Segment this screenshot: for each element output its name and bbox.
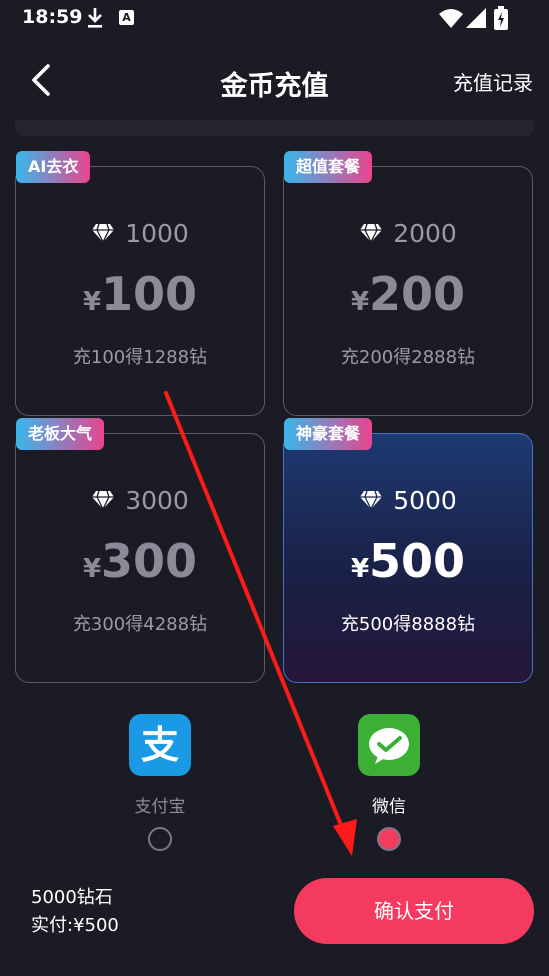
wechat-label: 微信 xyxy=(372,797,406,817)
package-diamond-count: 1000 xyxy=(125,219,189,248)
package-badge: 超值套餐 xyxy=(284,151,373,183)
currency-symbol: ¥ xyxy=(82,287,102,317)
package-diamond-count: 5000 xyxy=(393,486,457,515)
package-badge: 神豪套餐 xyxy=(284,418,373,450)
price-amount: 500 xyxy=(369,534,466,588)
alipay-icon: 支 xyxy=(129,714,191,776)
package-subtitle: 充200得2888钻 xyxy=(340,347,476,368)
price-amount: 100 xyxy=(101,267,198,321)
package-card-1000[interactable]: AI去衣 1000 ¥100 充100得1288钻 xyxy=(15,151,265,416)
currency-symbol: ¥ xyxy=(350,554,370,584)
summary-paid: 实付:¥500 xyxy=(31,915,119,936)
package-price: ¥300 xyxy=(16,534,264,588)
payment-summary: 5000钻石 实付:¥500 xyxy=(31,884,119,940)
top-panel-edge xyxy=(15,120,534,136)
diamond-icon xyxy=(92,223,115,244)
signal-icon xyxy=(466,8,486,28)
wechat-icon xyxy=(358,714,420,776)
package-price: ¥100 xyxy=(16,267,264,321)
package-badge: AI去衣 xyxy=(16,151,91,183)
package-price: ¥500 xyxy=(284,534,532,588)
package-price: ¥200 xyxy=(284,267,532,321)
wifi-icon xyxy=(439,9,463,28)
package-card-2000[interactable]: 超值套餐 2000 ¥200 充200得2888钻 xyxy=(283,151,533,416)
download-icon xyxy=(88,8,102,28)
currency-symbol: ¥ xyxy=(350,287,370,317)
status-bar: 18:59 A xyxy=(0,0,549,40)
package-diamond-count: 3000 xyxy=(125,486,189,515)
diamond-icon xyxy=(92,490,115,511)
currency-symbol: ¥ xyxy=(82,554,102,584)
package-subtitle: 充100得1288钻 xyxy=(72,347,208,368)
diamond-icon xyxy=(360,490,383,511)
alipay-radio[interactable] xyxy=(148,827,172,851)
package-diamonds: 1000 xyxy=(16,219,264,248)
payment-option-wechat[interactable]: 微信 xyxy=(354,714,424,817)
price-amount: 300 xyxy=(101,534,198,588)
alipay-label: 支付宝 xyxy=(134,797,186,817)
package-diamonds: 2000 xyxy=(284,219,532,248)
package-badge: 老板大气 xyxy=(16,418,105,450)
package-card-5000[interactable]: 神豪套餐 5000 ¥500 充500得8888钻 xyxy=(283,418,533,683)
header: 金币充值 充值记录 xyxy=(0,50,549,110)
status-time: 18:59 xyxy=(22,6,83,28)
payment-option-alipay[interactable]: 支 支付宝 xyxy=(125,714,195,817)
confirm-payment-button[interactable]: 确认支付 xyxy=(294,878,534,944)
package-subtitle: 充300得4288钻 xyxy=(72,614,208,635)
diamond-icon xyxy=(360,223,383,244)
notification-a-icon: A xyxy=(119,10,134,25)
battery-icon xyxy=(494,6,508,30)
wechat-radio[interactable] xyxy=(377,827,401,851)
package-card-3000[interactable]: 老板大气 3000 ¥300 充300得4288钻 xyxy=(15,418,265,683)
summary-diamonds: 5000钻石 xyxy=(31,887,113,908)
package-diamond-count: 2000 xyxy=(393,219,457,248)
package-subtitle: 充500得8888钻 xyxy=(340,614,476,635)
package-diamonds: 5000 xyxy=(284,486,532,515)
price-amount: 200 xyxy=(369,267,466,321)
package-diamonds: 3000 xyxy=(16,486,264,515)
svg-text:支: 支 xyxy=(141,723,179,767)
recharge-records-link[interactable]: 充值记录 xyxy=(453,67,533,96)
